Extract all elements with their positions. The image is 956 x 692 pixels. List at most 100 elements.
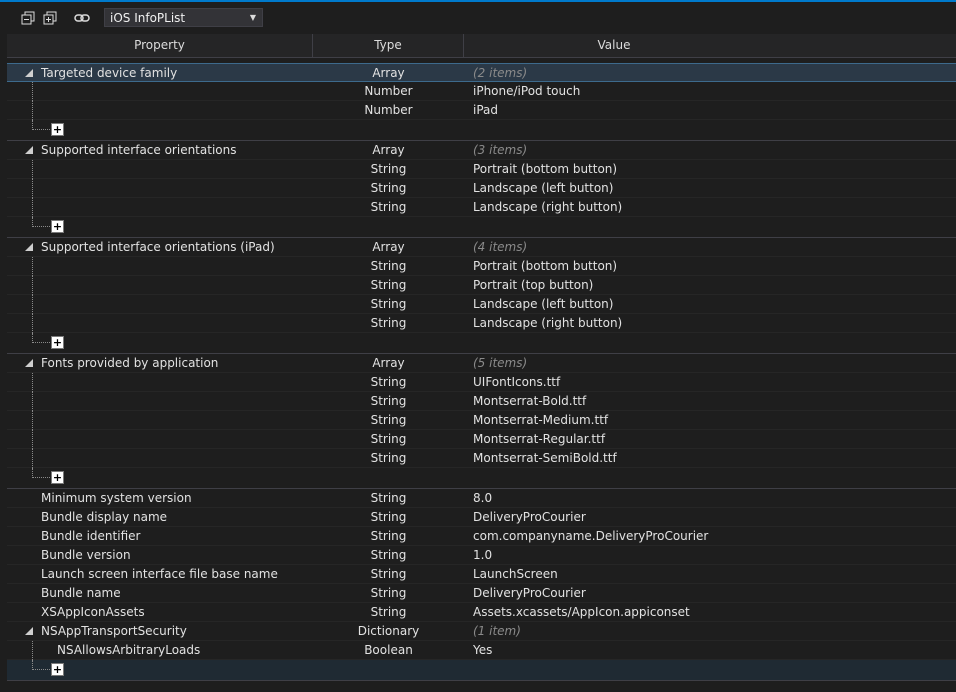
property-value[interactable]: DeliveryProCourier xyxy=(473,584,586,603)
property-type[interactable]: Boolean xyxy=(313,641,464,660)
property-type[interactable]: String xyxy=(313,565,464,584)
add-item-button[interactable]: + xyxy=(51,663,64,676)
property-value[interactable]: Montserrat-Bold.ttf xyxy=(473,392,586,411)
property-type[interactable]: String xyxy=(313,508,464,527)
table-row[interactable]: String UIFontIcons.ttf xyxy=(7,373,956,392)
property-type[interactable]: String xyxy=(313,160,464,179)
table-row[interactable]: String Portrait (top button) xyxy=(7,276,956,295)
property-value[interactable]: 8.0 xyxy=(473,489,492,508)
property-name: NSAppTransportSecurity xyxy=(41,624,187,638)
collapse-all-icon[interactable] xyxy=(20,10,36,26)
property-value[interactable]: DeliveryProCourier xyxy=(473,508,586,527)
property-type[interactable]: String xyxy=(313,392,464,411)
table-row[interactable]: Fonts provided by application Array (5 i… xyxy=(7,354,956,373)
table-row[interactable]: String Montserrat-Bold.ttf xyxy=(7,392,956,411)
table-row[interactable]: Number iPhone/iPod touch xyxy=(7,82,956,101)
property-type[interactable]: String xyxy=(313,373,464,392)
property-type[interactable]: String xyxy=(313,276,464,295)
table-row[interactable]: Bundle version String 1.0 xyxy=(7,546,956,565)
property-value[interactable]: Assets.xcassets/AppIcon.appiconset xyxy=(473,603,690,622)
property-type[interactable]: String xyxy=(313,584,464,603)
add-item-button[interactable]: + xyxy=(51,471,64,484)
table-row[interactable]: String Montserrat-Medium.ttf xyxy=(7,411,956,430)
expander-icon[interactable] xyxy=(25,243,33,251)
table-row[interactable]: String Landscape (right button) xyxy=(7,314,956,333)
property-type[interactable]: String xyxy=(313,257,464,276)
property-value[interactable]: Landscape (right button) xyxy=(473,198,622,217)
expander-icon[interactable] xyxy=(25,69,33,77)
property-type[interactable]: Array xyxy=(313,64,464,83)
property-value[interactable]: Landscape (right button) xyxy=(473,314,622,333)
table-row[interactable]: Bundle identifier String com.companyname… xyxy=(7,527,956,546)
tree-line xyxy=(32,226,50,227)
property-type[interactable]: String xyxy=(313,430,464,449)
property-value[interactable]: iPhone/iPod touch xyxy=(473,82,580,101)
property-value[interactable]: com.companyname.DeliveryProCourier xyxy=(473,527,708,546)
table-row[interactable]: String Landscape (left button) xyxy=(7,295,956,314)
add-item-button[interactable]: + xyxy=(51,123,64,136)
property-type[interactable]: String xyxy=(313,295,464,314)
table-row[interactable]: XSAppIconAssets String Assets.xcassets/A… xyxy=(7,603,956,622)
table-row[interactable]: NSAppTransportSecurity Dictionary (1 ite… xyxy=(7,622,956,641)
table-row[interactable]: Launch screen interface file base name S… xyxy=(7,565,956,584)
property-type[interactable]: String xyxy=(313,489,464,508)
table-row[interactable]: Bundle name String DeliveryProCourier xyxy=(7,584,956,603)
property-type[interactable]: String xyxy=(313,411,464,430)
property-value[interactable]: Landscape (left button) xyxy=(473,295,613,314)
property-value[interactable]: Montserrat-Regular.ttf xyxy=(473,430,605,449)
table-row[interactable]: Supported interface orientations Array (… xyxy=(7,141,956,160)
tree-line xyxy=(32,160,33,179)
property-type[interactable]: Number xyxy=(313,82,464,101)
property-value[interactable]: LaunchScreen xyxy=(473,565,558,584)
property-value[interactable]: iPad xyxy=(473,101,498,120)
property-type[interactable]: Array xyxy=(313,354,464,373)
property-value[interactable]: UIFontIcons.ttf xyxy=(473,373,560,392)
column-header-property[interactable]: Property xyxy=(7,34,313,57)
property-type[interactable]: String xyxy=(313,314,464,333)
expander-icon[interactable] xyxy=(25,146,33,154)
property-name: XSAppIconAssets xyxy=(41,605,145,619)
table-row[interactable]: String Montserrat-Regular.ttf xyxy=(7,430,956,449)
property-value: (4 items) xyxy=(473,240,528,254)
tree-line xyxy=(32,411,33,430)
table-row[interactable]: String Landscape (right button) xyxy=(7,198,956,217)
column-header-type[interactable]: Type xyxy=(313,34,464,57)
property-value[interactable]: Yes xyxy=(473,641,492,660)
table-row[interactable]: Bundle display name String DeliveryProCo… xyxy=(7,508,956,527)
editor-type-dropdown[interactable]: iOS InfoPList ▼ xyxy=(104,8,263,27)
add-item-button[interactable]: + xyxy=(51,220,64,233)
link-icon[interactable] xyxy=(74,10,90,26)
property-type[interactable]: Dictionary xyxy=(313,622,464,641)
table-row[interactable]: Supported interface orientations (iPad) … xyxy=(7,238,956,257)
property-value[interactable]: Portrait (bottom button) xyxy=(473,257,617,276)
tree-line xyxy=(32,477,50,478)
property-value[interactable]: Montserrat-Medium.ttf xyxy=(473,411,608,430)
property-value[interactable]: Portrait (top button) xyxy=(473,276,593,295)
add-item-button[interactable]: + xyxy=(51,336,64,349)
table-row[interactable]: String Landscape (left button) xyxy=(7,179,956,198)
table-row[interactable]: Targeted device family Array (2 items) xyxy=(7,63,956,82)
table-row[interactable]: Number iPad xyxy=(7,101,956,120)
property-type[interactable]: String xyxy=(313,179,464,198)
property-value[interactable]: 1.0 xyxy=(473,546,492,565)
table-row[interactable]: NSAllowsArbitraryLoads Boolean Yes xyxy=(7,641,956,660)
property-value[interactable]: Portrait (bottom button) xyxy=(473,160,617,179)
property-type[interactable]: Array xyxy=(313,141,464,160)
property-value[interactable]: Landscape (left button) xyxy=(473,179,613,198)
property-type[interactable]: String xyxy=(313,527,464,546)
property-type[interactable]: String xyxy=(313,603,464,622)
property-type[interactable]: String xyxy=(313,546,464,565)
column-header-value[interactable]: Value xyxy=(464,34,764,57)
property-type[interactable]: String xyxy=(313,198,464,217)
table-row[interactable]: String Montserrat-SemiBold.ttf xyxy=(7,449,956,468)
expander-icon[interactable] xyxy=(25,359,33,367)
table-row[interactable]: String Portrait (bottom button) xyxy=(7,160,956,179)
property-type[interactable]: String xyxy=(313,449,464,468)
expander-icon[interactable] xyxy=(25,627,33,635)
table-row[interactable]: Minimum system version String 8.0 xyxy=(7,489,956,508)
property-type[interactable]: Array xyxy=(313,238,464,257)
table-row[interactable]: String Portrait (bottom button) xyxy=(7,257,956,276)
property-type[interactable]: Number xyxy=(313,101,464,120)
expand-all-icon[interactable] xyxy=(42,10,58,26)
property-value[interactable]: Montserrat-SemiBold.ttf xyxy=(473,449,617,468)
